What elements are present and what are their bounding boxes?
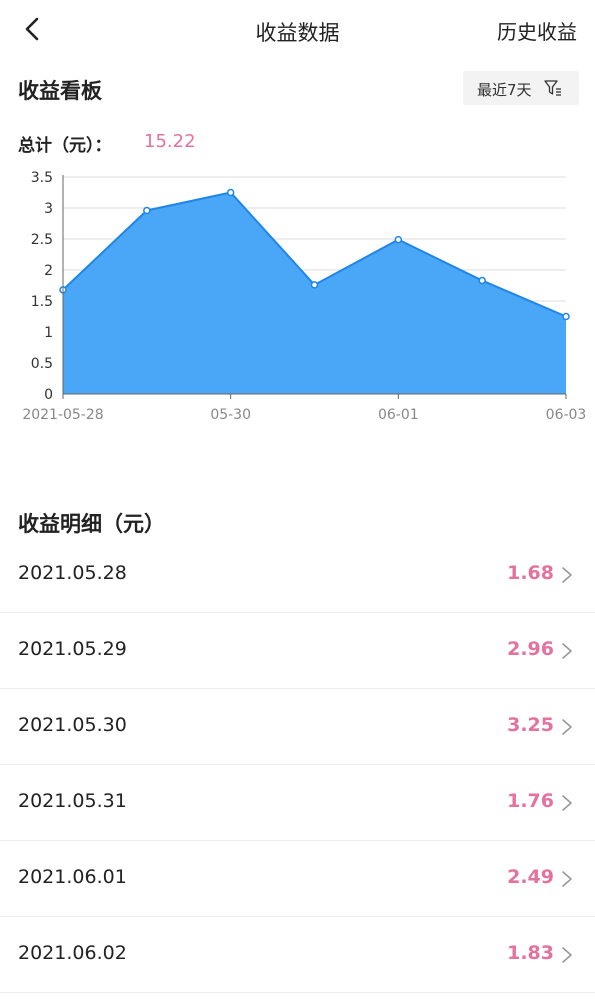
date-range-filter-button[interactable]: 最近7天: [463, 71, 579, 105]
row-value: 2.49: [507, 866, 554, 888]
list-item[interactable]: 2021.05.29 2.96: [0, 613, 595, 689]
detail-list: 2021.05.28 1.68 2021.05.29 2.96 2021.05.30 3.…: [0, 537, 595, 993]
x-tick-label: 05-30: [210, 407, 251, 423]
data-point: [226, 188, 235, 197]
row-date: 2021.05.30: [18, 714, 127, 736]
y-tick-label: 1.5: [31, 294, 53, 310]
row-value: 1.83: [507, 942, 554, 964]
total-value: 15.22: [144, 131, 196, 152]
chevron-right-icon: [562, 567, 572, 583]
row-value: 1.68: [507, 562, 554, 584]
data-point: [478, 276, 486, 285]
chevron-right-icon: [562, 643, 572, 659]
list-item[interactable]: 2021.05.28 1.68: [0, 537, 595, 613]
row-date: 2021.05.29: [18, 638, 127, 660]
row-value: 1.76: [507, 790, 554, 812]
filter-icon: [544, 80, 561, 96]
y-tick-label: 3: [44, 201, 53, 217]
y-tick-label: 0: [44, 387, 53, 403]
row-date: 2021.06.02: [18, 942, 127, 964]
y-tick-label: 0.5: [31, 356, 53, 372]
data-point: [143, 206, 151, 215]
x-tick-label: 2021-05-28: [22, 407, 103, 423]
y-tick-label: 2.5: [31, 232, 53, 248]
row-value: 2.96: [507, 638, 554, 660]
detail-title: 收益明细（元）: [18, 512, 165, 536]
list-item[interactable]: 2021.05.30 3.25: [0, 689, 595, 765]
list-item[interactable]: 2021.06.01 2.49: [0, 841, 595, 917]
row-date: 2021.05.31: [18, 790, 127, 812]
row-date: 2021.06.01: [18, 866, 127, 888]
area-fill: [63, 192, 566, 394]
total-label: 总计（元）：: [18, 136, 112, 156]
filter-label: 最近7天: [477, 81, 532, 99]
chevron-right-icon: [562, 795, 572, 811]
data-point: [394, 235, 403, 244]
x-tick-label: 06-03: [546, 407, 587, 423]
earnings-board-title: 收益看板: [18, 79, 102, 103]
data-point: [562, 312, 570, 321]
earnings-area-chart: 0 0.5 1 1.5 2 2.5 3 3.5 2021-05-28 05-30 06-01 06-0…: [22, 170, 587, 423]
list-item[interactable]: 2021.06.02 1.83: [0, 917, 595, 993]
y-tick-label: 2: [44, 263, 53, 279]
chevron-right-icon: [562, 947, 572, 963]
nav-bar: 收益数据 历史收益: [0, 0, 595, 60]
list-item[interactable]: 2021.05.31 1.76: [0, 765, 595, 841]
row-date: 2021.05.28: [18, 562, 127, 584]
y-tick-label: 1: [44, 325, 53, 341]
history-earnings-link[interactable]: 历史收益: [497, 16, 577, 45]
chevron-right-icon: [562, 871, 572, 887]
data-point: [310, 281, 319, 289]
row-value: 3.25: [507, 714, 554, 736]
y-tick-label: 3.5: [31, 170, 53, 186]
x-tick-label: 06-01: [378, 407, 419, 423]
chevron-right-icon: [562, 719, 572, 735]
